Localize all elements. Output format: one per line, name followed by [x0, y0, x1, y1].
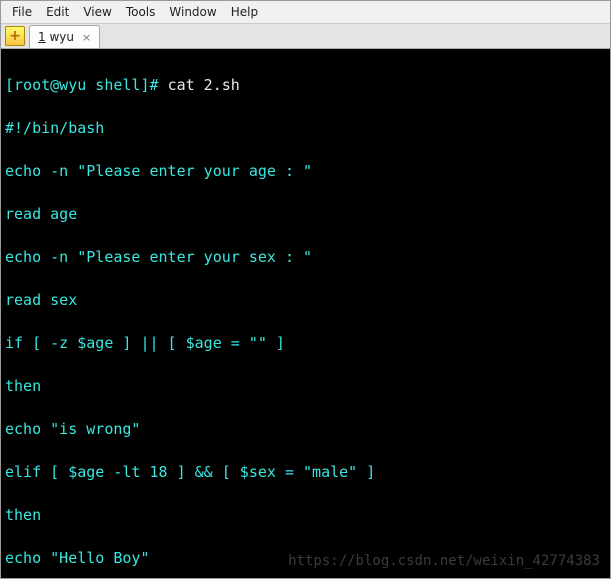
script-line: then	[5, 376, 606, 398]
tab-1-wyu[interactable]: 1 wyu ×	[29, 25, 100, 48]
terminal-window: File Edit View Tools Window Help + 1 wyu…	[0, 0, 611, 579]
command: cat 2.sh	[168, 76, 240, 94]
script-line: elif [ $age -lt 18 ] && [ $sex = "male" …	[5, 462, 606, 484]
new-tab-button[interactable]: +	[5, 26, 25, 46]
tab-label: 1 wyu	[38, 30, 74, 44]
tabbar: + 1 wyu ×	[1, 24, 610, 49]
menu-tools[interactable]: Tools	[119, 1, 163, 23]
close-icon[interactable]: ×	[80, 31, 93, 44]
menubar: File Edit View Tools Window Help	[1, 1, 610, 24]
script-line: read sex	[5, 290, 606, 312]
script-line: echo "is wrong"	[5, 419, 606, 441]
menu-window[interactable]: Window	[162, 1, 223, 23]
menu-file[interactable]: File	[5, 1, 39, 23]
menu-help[interactable]: Help	[224, 1, 265, 23]
script-line: echo -n "Please enter your sex : "	[5, 247, 606, 269]
script-line: read age	[5, 204, 606, 226]
script-line: if [ -z $age ] || [ $age = "" ]	[5, 333, 606, 355]
plus-icon: +	[9, 29, 21, 43]
script-line: echo -n "Please enter your age : "	[5, 161, 606, 183]
script-line: #!/bin/bash	[5, 118, 606, 140]
menu-edit[interactable]: Edit	[39, 1, 76, 23]
terminal[interactable]: [root@wyu shell]# cat 2.sh #!/bin/bash e…	[1, 49, 610, 578]
menu-view[interactable]: View	[76, 1, 118, 23]
script-line: echo "Hello Boy"	[5, 548, 606, 570]
script-line: then	[5, 505, 606, 527]
prompt: [root@wyu shell]#	[5, 76, 168, 94]
